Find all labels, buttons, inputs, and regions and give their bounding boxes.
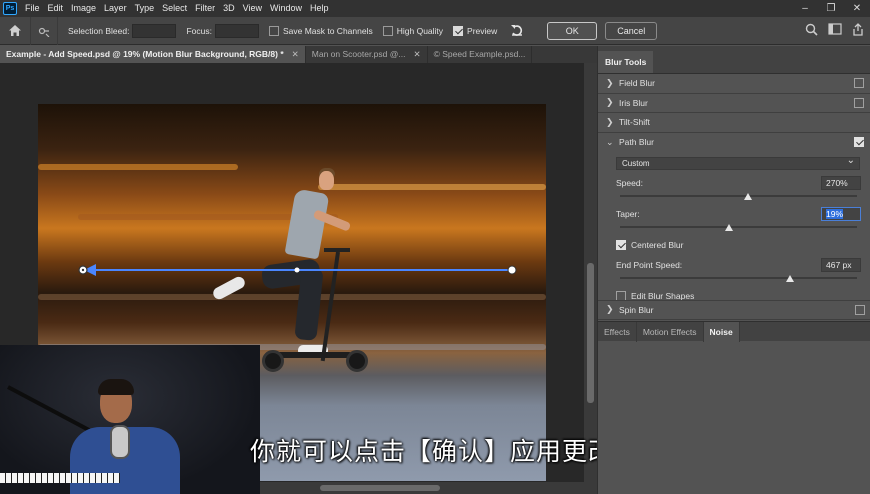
section-spin-blur[interactable]: ❯ Spin Blur — [598, 300, 870, 320]
end-point-speed-label: End Point Speed: — [616, 260, 683, 270]
centered-blur-row[interactable]: Centered Blur — [616, 238, 861, 252]
tab-motion-effects[interactable]: Motion Effects — [637, 322, 704, 342]
microphone-icon — [110, 425, 130, 459]
iris-blur-checkbox[interactable] — [854, 97, 864, 108]
blur-path-end-handle[interactable] — [507, 265, 517, 275]
slider-track — [620, 226, 857, 228]
end-point-speed-input[interactable]: 467 px — [821, 258, 861, 272]
taper-value: 19% — [826, 209, 844, 219]
chevron-right-icon[interactable]: ❯ — [606, 78, 616, 89]
section-tilt-shift[interactable]: ❯ Tilt-Shift — [598, 113, 870, 133]
section-path-blur[interactable]: ⌄ Path Blur — [598, 133, 870, 153]
blur-tools-panel: Blur Tools ❯ Field Blur ❯ Iris Blur ❯ Ti… — [597, 46, 870, 494]
path-blur-settings: Custom Speed: 270% Taper: 19% Centered B… — [598, 152, 870, 303]
taper-slider[interactable] — [616, 222, 861, 232]
centered-blur-label: Centered Blur — [631, 240, 684, 250]
chevron-right-icon[interactable]: ❯ — [606, 304, 616, 315]
effects-tabs: Effects Motion Effects Noise — [598, 321, 870, 342]
slider-track — [620, 277, 857, 279]
video-subtitle: 你就可以点击【确认】应用更改 — [250, 437, 615, 466]
chevron-down-icon[interactable]: ⌄ — [606, 137, 616, 148]
keyboard-piano — [0, 473, 120, 483]
speed-slider-thumb[interactable] — [744, 193, 753, 200]
section-label: Iris Blur — [619, 97, 648, 108]
speed-slider[interactable] — [616, 191, 861, 201]
speed-row: Speed: 270% — [616, 176, 861, 190]
section-field-blur[interactable]: ❯ Field Blur — [598, 74, 870, 94]
blur-path-start-dot — [81, 268, 85, 272]
tab-noise[interactable]: Noise — [703, 322, 740, 342]
section-label: Path Blur — [619, 137, 654, 148]
path-blur-preset-select[interactable]: Custom — [616, 155, 860, 170]
slider-track — [620, 195, 857, 197]
section-label: Spin Blur — [619, 304, 654, 315]
panel-header: Blur Tools — [598, 46, 870, 74]
end-point-speed-slider-thumb[interactable] — [785, 275, 794, 282]
section-label: Field Blur — [619, 78, 655, 89]
taper-row: Taper: 19% — [616, 207, 861, 221]
taper-slider-thumb[interactable] — [724, 224, 733, 231]
tab-effects[interactable]: Effects — [598, 322, 637, 342]
presenter-hair — [98, 379, 134, 395]
blur-tools-tab[interactable]: Blur Tools — [598, 51, 654, 73]
speed-label: Speed: — [616, 178, 643, 188]
end-point-speed-row: End Point Speed: 467 px — [616, 258, 861, 272]
field-blur-checkbox[interactable] — [854, 78, 864, 89]
chevron-right-icon[interactable]: ❯ — [606, 117, 616, 128]
speed-input[interactable]: 270% — [821, 176, 861, 190]
spin-blur-checkbox[interactable] — [855, 304, 865, 315]
blur-path-mid-handle[interactable] — [294, 267, 300, 273]
end-point-speed-slider[interactable] — [616, 273, 861, 283]
path-blur-checkbox[interactable] — [854, 137, 864, 148]
taper-input[interactable]: 19% — [821, 207, 861, 221]
chevron-right-icon[interactable]: ❯ — [606, 97, 616, 108]
webcam-overlay — [0, 345, 260, 494]
section-iris-blur[interactable]: ❯ Iris Blur — [598, 94, 870, 113]
centered-blur-checkbox[interactable] — [616, 240, 626, 250]
taper-label: Taper: — [616, 209, 640, 219]
section-label: Tilt-Shift — [619, 117, 650, 128]
